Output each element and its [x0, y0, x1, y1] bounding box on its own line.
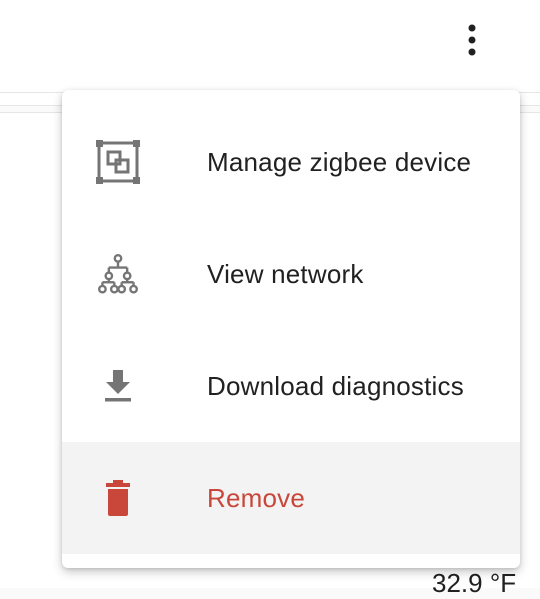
menu-item-label: View network — [207, 258, 364, 289]
dots-vertical-icon — [466, 22, 478, 63]
zigbee-icon — [96, 140, 140, 184]
network-tree-icon — [96, 252, 140, 296]
menu-item-manage-zigbee-device[interactable]: Manage zigbee device — [62, 106, 520, 218]
menu-item-download-diagnostics[interactable]: Download diagnostics — [62, 330, 520, 442]
download-icon — [96, 364, 140, 408]
menu-item-label: Manage zigbee device — [207, 146, 472, 177]
menu-item-remove[interactable]: Remove — [62, 442, 520, 554]
temperature-value: 32.9 °F — [432, 568, 517, 598]
overflow-menu-button[interactable] — [448, 18, 496, 66]
menu-item-label: Download diagnostics — [207, 370, 464, 401]
delete-icon — [96, 476, 140, 520]
menu-item-view-network[interactable]: View network — [62, 218, 520, 330]
menu-item-label: Remove — [207, 482, 306, 513]
overflow-menu: Manage zigbee device View network Downlo… — [62, 90, 520, 568]
